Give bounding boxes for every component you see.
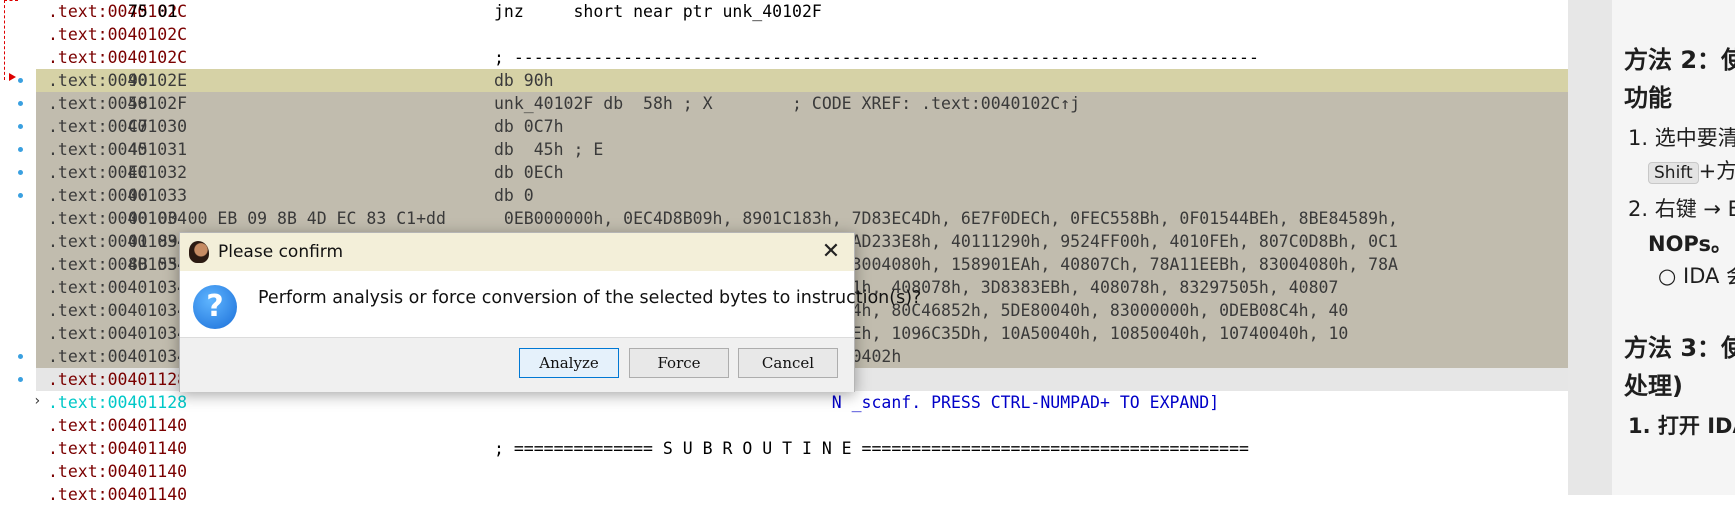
line-bytes: C7 (128, 117, 148, 136)
line-address: .text:00401140 (48, 462, 188, 481)
analyze-button[interactable]: Analyze (519, 348, 619, 378)
confirm-dialog: Please confirm ✕ ? Perform analysis or f… (179, 232, 921, 392)
line-address: .text:00401034 (48, 347, 188, 366)
line-code: ; ============== S U B R O U T I N E ===… (494, 439, 1249, 458)
heading-method-2: 方法 2：使 (1624, 46, 1735, 74)
force-button[interactable]: Force (629, 348, 729, 378)
heading-method-3: 方法 3：使 (1624, 334, 1735, 362)
line-bytes: 00 (128, 186, 148, 205)
line-address: .text:00401034 (48, 324, 188, 343)
breakpoint-dot-icon (18, 377, 23, 382)
line-address: .text:00401140 (48, 416, 188, 435)
list-item-3: 1. 打开 IDA (1628, 414, 1735, 438)
list-item-2-cont: NOPs。 (1648, 232, 1732, 256)
line-code: jnz short near ptr unk_40102F (494, 2, 822, 21)
line-code: N _scanf. PRESS CTRL-NUMPAD+ TO EXPAND] (494, 393, 1220, 412)
markdown-sidebar: 方法 2：使 功能 1. 选中要清 Shift+方 2. 右键 → Ec NOP… (1568, 0, 1735, 495)
list-item-1-cont: Shift +方 (1648, 155, 1735, 185)
listing-line[interactable]: .text:00401033 00 db 0 (36, 184, 1568, 207)
line-address: .text:0040102C (48, 25, 188, 44)
breakpoint-dot-icon (18, 170, 23, 175)
line-bytes: 90 (128, 71, 148, 90)
line-code: db 0 (494, 186, 534, 205)
listing-line[interactable]: .text:00401140 (36, 460, 1568, 483)
listing-line[interactable]: .text:00401034 00 00 00 EB 09 8B 4D EC 83… (36, 207, 1568, 230)
line-address: .text:0040102E (48, 71, 188, 90)
listing-line[interactable]: .text:00401140 ; ============== S U B R O… (36, 437, 1568, 460)
close-icon[interactable]: ✕ (816, 237, 846, 267)
line-code: db 0C7h (494, 117, 564, 136)
listing-line[interactable]: .text:00401030 C7 db 0C7h (36, 115, 1568, 138)
line-address: .text:00401034 (48, 301, 188, 320)
flow-arrow-gutter (0, 0, 36, 495)
breakpoint-dot-icon (18, 124, 23, 129)
expand-chevron-icon[interactable]: › (33, 393, 41, 409)
dialog-message: Perform analysis or force conversion of … (258, 288, 922, 308)
listing-line[interactable]: .text:0040102C 75 01 jnz short near ptr un… (36, 0, 1568, 23)
jump-arrow (4, 0, 18, 80)
sidebar-scroll-strip[interactable] (1568, 0, 1612, 495)
line-bytes: 75 01 (128, 2, 178, 21)
dialog-button-row: Analyze Force Cancel (180, 337, 854, 392)
heading-method-2-cont: 功能 (1624, 84, 1672, 112)
line-address: .text:00401030 (48, 117, 188, 136)
sub-list-item: ○ IDA 会 (1658, 264, 1735, 288)
line-address: .text:00401032 (48, 163, 188, 182)
dialog-title: Please confirm (218, 242, 344, 262)
breakpoint-dot-icon (18, 193, 23, 198)
dialog-titlebar[interactable]: Please confirm ✕ (180, 233, 854, 271)
listing-line[interactable]: .text:00401031 45 db 45h ; E (36, 138, 1568, 161)
line-address: .text:0040102F (48, 94, 188, 113)
listing-line[interactable]: .text:00401140 (36, 414, 1568, 437)
jump-arrow-head-icon (9, 73, 16, 81)
listing-line[interactable]: .text:0040102F 58 unk_40102F db 58h ; X ; … (36, 92, 1568, 115)
breakpoint-dot-icon (18, 101, 23, 106)
ida-app-icon (189, 241, 209, 263)
breakpoint-dot-icon (18, 78, 23, 83)
line-address: .text:00401033 (48, 186, 188, 205)
cancel-button[interactable]: Cancel (738, 348, 838, 378)
breakpoint-dot-icon (18, 147, 23, 152)
listing-line[interactable]: .text:0040102E 90 db 90h (36, 69, 1568, 92)
line-bytes: EC (128, 163, 148, 182)
line-address: .text:00401031 (48, 140, 188, 159)
line-address: .text:00401034 (48, 278, 188, 297)
line-code: 0EB000000h, 0EC4D8B09h, 8901C183h, 7D83E… (494, 209, 1398, 228)
line-bytes: 45 (128, 140, 148, 159)
line-code: db 45h ; E (494, 140, 604, 159)
listing-line[interactable]: .text:0040102C ; ------------------------… (36, 46, 1568, 69)
line-address: .text:00401128 (48, 370, 188, 389)
line-code: unk_40102F db 58h ; X ; CODE XREF: .text… (494, 94, 1081, 113)
listing-line[interactable]: .text:0040102C (36, 23, 1568, 46)
line-address: .text:00401128 (48, 393, 188, 412)
line-bytes: 58 (128, 94, 148, 113)
line-code: db 90h (494, 71, 554, 90)
heading-method-3-cont: 处理) (1624, 372, 1683, 400)
line-bytes: 00 00 00 EB 09 8B 4D EC 83 C1+dd (128, 209, 446, 228)
breakpoint-dot-icon (18, 354, 23, 359)
shift-key-badge: Shift (1648, 162, 1699, 184)
line-address: .text:00401140 (48, 439, 188, 458)
list-item-2: 2. 右键 → Ec (1628, 197, 1735, 221)
question-icon: ? (193, 285, 237, 329)
line-code: ; --------------------------------------… (494, 48, 1259, 67)
line-address: .text:0040102C (48, 48, 188, 67)
list-item-1: 1. 选中要清 (1628, 126, 1735, 150)
line-code: db 0ECh (494, 163, 564, 182)
listing-line[interactable]: .text:00401032 EC db 0ECh (36, 161, 1568, 184)
listing-line[interactable]: .text:00401128 N _scanf. PRESS CTRL-NUMP… (36, 391, 1568, 414)
